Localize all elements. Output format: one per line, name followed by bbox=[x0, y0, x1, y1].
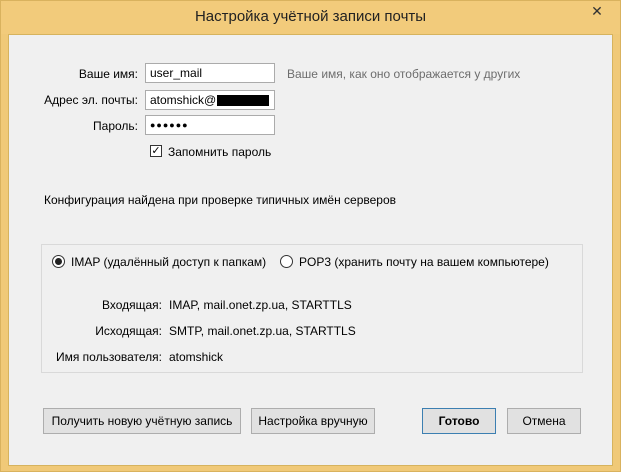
name-hint: Ваше имя, как оно отображается у других bbox=[287, 67, 521, 81]
manual-config-button[interactable]: Настройка вручную bbox=[251, 408, 375, 434]
outgoing-label: Исходящая: bbox=[95, 324, 162, 338]
incoming-label: Входящая: bbox=[101, 298, 162, 312]
remember-label[interactable]: Запомнить пароль bbox=[168, 145, 271, 159]
remember-checkbox[interactable]: ✓ bbox=[150, 145, 162, 157]
dialog-content: Ваше имя: user_mail Ваше имя, как оно от… bbox=[8, 34, 613, 466]
email-value: atomshick@ bbox=[150, 93, 217, 107]
close-button[interactable]: ✕ bbox=[582, 1, 612, 22]
close-icon: ✕ bbox=[591, 3, 603, 19]
status-message: Конфигурация найдена при проверке типичн… bbox=[44, 193, 397, 207]
email-label: Адрес эл. почты: bbox=[44, 93, 138, 107]
email-input[interactable]: atomshick@ bbox=[145, 90, 275, 110]
name-input[interactable]: user_mail bbox=[145, 63, 275, 83]
cancel-button[interactable]: Отмена bbox=[507, 408, 581, 434]
done-button[interactable]: Готово bbox=[422, 408, 496, 434]
imap-radio[interactable] bbox=[52, 255, 65, 268]
pop3-label[interactable]: POP3 (хранить почту на вашем компьютере) bbox=[299, 255, 549, 269]
server-config-group: IMAP (удалённый доступ к папкам) POP3 (х… bbox=[41, 244, 583, 373]
username-value: atomshick bbox=[169, 350, 224, 364]
window-title: Настройка учётной записи почты bbox=[194, 8, 427, 25]
imap-label[interactable]: IMAP (удалённый доступ к папкам) bbox=[71, 255, 266, 269]
password-input[interactable]: ●●●●●● bbox=[145, 115, 275, 135]
username-label: Имя пользователя: bbox=[55, 350, 162, 364]
title-bar: Настройка учётной записи почты ✕ bbox=[1, 1, 620, 34]
outgoing-value: SMTP, mail.onet.zp.ua, STARTTLS bbox=[169, 324, 356, 338]
name-label: Ваше имя: bbox=[78, 67, 138, 81]
dialog-window: Настройка учётной записи почты ✕ Ваше им… bbox=[0, 0, 621, 472]
password-label: Пароль: bbox=[93, 119, 138, 133]
redacted-block bbox=[217, 95, 270, 107]
get-new-account-button[interactable]: Получить новую учётную запись bbox=[43, 408, 241, 434]
pop3-radio[interactable] bbox=[280, 255, 293, 268]
incoming-value: IMAP, mail.onet.zp.ua, STARTTLS bbox=[169, 298, 352, 312]
radio-selected-dot bbox=[55, 258, 62, 265]
